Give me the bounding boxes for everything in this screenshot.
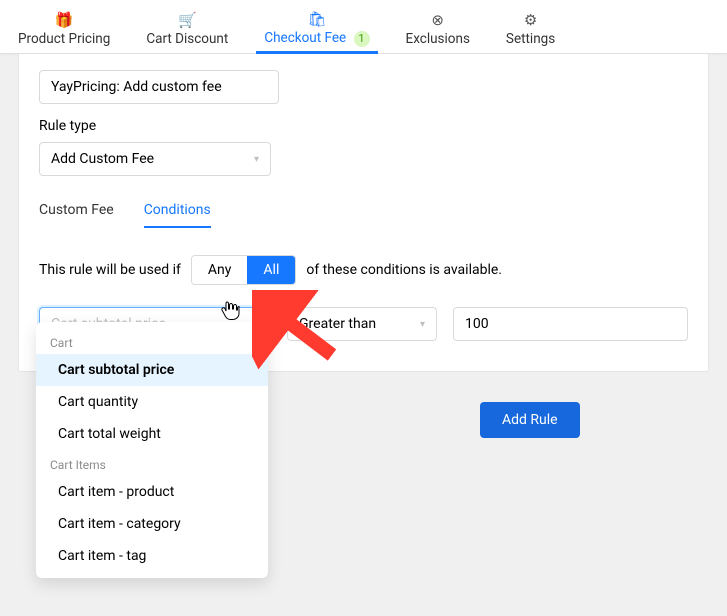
dropdown-group-cart-items: Cart Items bbox=[36, 450, 268, 476]
count-badge: 1 bbox=[354, 31, 370, 47]
tab-custom-fee[interactable]: Custom Fee bbox=[39, 202, 114, 228]
option-cart-quantity[interactable]: Cart quantity bbox=[36, 386, 268, 418]
chevron-down-icon: ▾ bbox=[254, 154, 259, 165]
nav-settings[interactable]: ⚙ Settings bbox=[488, 0, 573, 53]
logic-all-button[interactable]: All bbox=[247, 256, 295, 284]
value-input[interactable]: 100 bbox=[453, 307, 688, 341]
condition-field-dropdown: Cart Cart subtotal price Cart quantity C… bbox=[36, 322, 268, 578]
cart-icon: 🛒 bbox=[178, 13, 197, 28]
rule-name-input[interactable]: YayPricing: Add custom fee bbox=[39, 70, 279, 104]
rule-type-select[interactable]: Add Custom Fee ▾ bbox=[39, 142, 271, 176]
add-rule-container: Add Rule bbox=[480, 402, 580, 438]
dropdown-group-cart: Cart bbox=[36, 328, 268, 354]
value-input-text: 100 bbox=[465, 316, 489, 332]
gift-icon: 🎁 bbox=[55, 13, 74, 28]
nav-label: Checkout Fee 1 bbox=[264, 30, 369, 46]
chevron-down-icon: ▾ bbox=[420, 319, 425, 330]
logic-segmented: Any All bbox=[191, 255, 296, 285]
nav-cart-discount[interactable]: 🛒 Cart Discount bbox=[128, 0, 246, 53]
gear-icon: ⚙ bbox=[524, 13, 537, 28]
logic-any-button[interactable]: Any bbox=[192, 256, 248, 284]
add-rule-button[interactable]: Add Rule bbox=[480, 402, 580, 438]
option-cart-item-category[interactable]: Cart item - category bbox=[36, 508, 268, 540]
nav-label: Product Pricing bbox=[18, 31, 110, 47]
nav-label: Cart Discount bbox=[146, 31, 228, 47]
nav-exclusions[interactable]: ⊗ Exclusions bbox=[388, 0, 488, 53]
nav-product-pricing[interactable]: 🎁 Product Pricing bbox=[0, 0, 128, 53]
rule-type-value: Add Custom Fee bbox=[51, 151, 154, 167]
bag-icon: 🛍 bbox=[307, 12, 326, 27]
exclude-icon: ⊗ bbox=[431, 13, 444, 28]
option-cart-subtotal-price[interactable]: Cart subtotal price bbox=[36, 354, 268, 386]
rule-type-label: Rule type bbox=[39, 118, 688, 134]
rule-name-value: YayPricing: Add custom fee bbox=[51, 79, 222, 95]
option-cart-item-product[interactable]: Cart item - product bbox=[36, 476, 268, 508]
option-cart-item-tag[interactable]: Cart item - tag bbox=[36, 540, 268, 572]
nav-label: Exclusions bbox=[406, 31, 470, 47]
tab-conditions[interactable]: Conditions bbox=[144, 202, 211, 228]
top-nav: 🎁 Product Pricing 🛒 Cart Discount 🛍 Chec… bbox=[0, 0, 727, 54]
subtabs: Custom Fee Conditions bbox=[39, 202, 688, 229]
comparator-select[interactable]: Greater than ▾ bbox=[287, 307, 437, 341]
nav-label: Settings bbox=[506, 31, 555, 47]
nav-checkout-fee[interactable]: 🛍 Checkout Fee 1 bbox=[246, 0, 387, 53]
option-cart-total-weight[interactable]: Cart total weight bbox=[36, 418, 268, 450]
cond-text-left: This rule will be used if bbox=[39, 262, 181, 278]
cond-text-right: of these conditions is available. bbox=[306, 262, 502, 278]
comparator-value: Greater than bbox=[299, 316, 376, 332]
condition-logic-row: This rule will be used if Any All of the… bbox=[39, 255, 688, 285]
